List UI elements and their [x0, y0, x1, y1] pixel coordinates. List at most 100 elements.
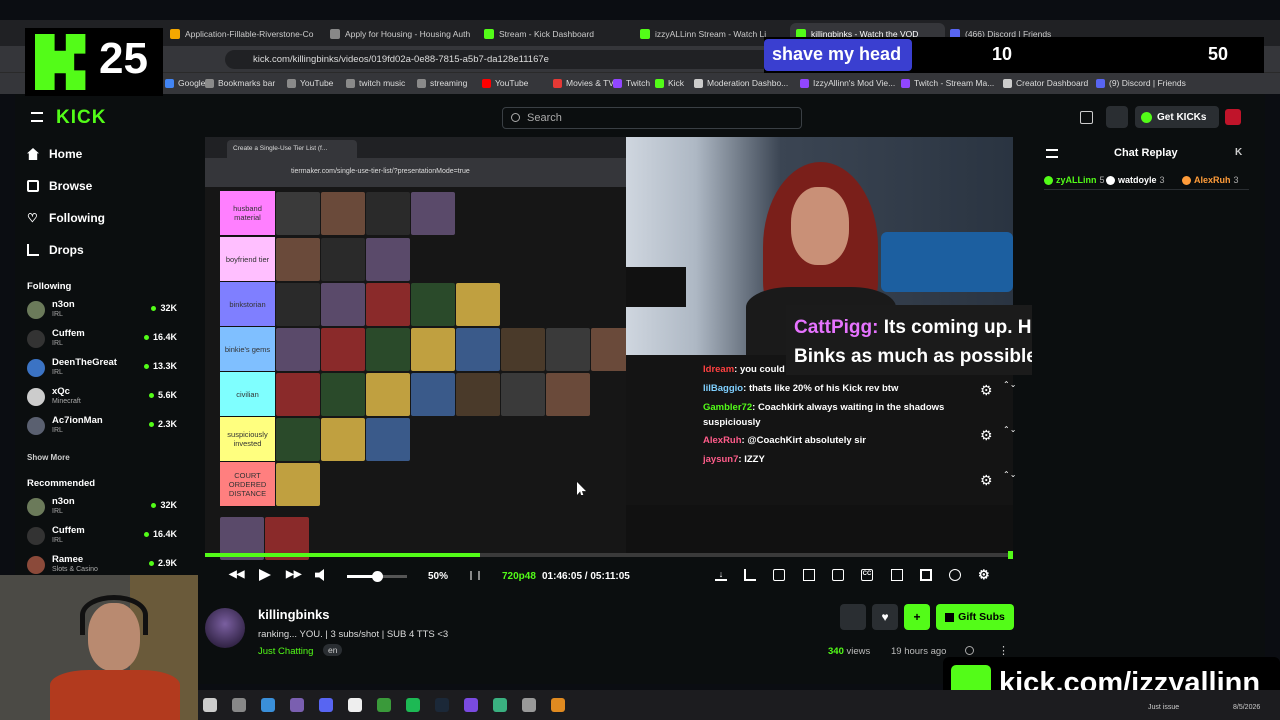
- top-gifter[interactable]: zyALLinn 5: [1044, 175, 1105, 185]
- tier-item-image[interactable]: [276, 373, 320, 416]
- tier-item-image[interactable]: [321, 192, 365, 235]
- tier-item-image[interactable]: [411, 328, 455, 371]
- tier-item-image[interactable]: [276, 463, 320, 506]
- overlay-scroll-arrows-icon[interactable]: ⌃⌄: [1003, 379, 1016, 390]
- tier-item-image[interactable]: [321, 418, 365, 461]
- hamburger-menu-icon[interactable]: [31, 112, 43, 122]
- collapse-chat-icon[interactable]: [1046, 149, 1058, 158]
- spotify-icon[interactable]: [406, 698, 420, 712]
- search-icon[interactable]: [232, 698, 246, 712]
- category-link[interactable]: Just Chatting: [258, 646, 313, 657]
- tier-item-image[interactable]: [456, 373, 500, 416]
- bookmark-item[interactable]: YouTube: [482, 78, 528, 88]
- sidebar-channel[interactable]: Ac7ionMan IRL 2.3K: [27, 414, 177, 440]
- subscribe-button[interactable]: +: [904, 604, 930, 630]
- volume-slider[interactable]: [347, 571, 407, 582]
- tier-item-image[interactable]: [456, 283, 500, 326]
- channel-name[interactable]: killingbinks: [258, 607, 330, 622]
- tier-item-image[interactable]: [276, 418, 320, 461]
- tier-item-image[interactable]: [411, 283, 455, 326]
- overlay-scroll-arrows-icon[interactable]: ⌃⌄: [1003, 469, 1016, 480]
- crop-icon[interactable]: [744, 569, 756, 581]
- steam-icon[interactable]: [435, 698, 449, 712]
- bookmark-item[interactable]: Google: [165, 78, 205, 88]
- sidebar-channel[interactable]: Cuffem IRL 16.4K: [27, 327, 177, 353]
- bookmark-item[interactable]: YouTube: [287, 78, 333, 88]
- top-gifter[interactable]: AlexRuh 3: [1182, 175, 1239, 185]
- kick-logo[interactable]: KICK: [56, 107, 106, 129]
- edge-icon[interactable]: [261, 698, 275, 712]
- nav-home[interactable]: Home: [27, 147, 82, 161]
- tier-item-image[interactable]: [501, 373, 545, 416]
- bookmark-item[interactable]: Creator Dashboard: [1003, 78, 1088, 88]
- dashboard-button[interactable]: [1106, 106, 1128, 128]
- nav-browse[interactable]: Browse: [27, 179, 92, 193]
- pip-icon[interactable]: [832, 569, 844, 581]
- tier-item-image[interactable]: [366, 192, 410, 235]
- browser-tab[interactable]: Application-Fillable-Riverstone-Co: [170, 23, 320, 45]
- clip-icon[interactable]: [470, 571, 480, 580]
- browser-tab[interactable]: Apply for Housing - Housing Auth: [330, 23, 480, 45]
- overlay-scroll-arrows-icon[interactable]: ⌃⌄: [1003, 424, 1016, 435]
- bookmark-item[interactable]: Movies & TV: [553, 78, 614, 88]
- channel-avatar[interactable]: [205, 608, 245, 648]
- caption-icon[interactable]: [773, 569, 785, 581]
- fullscreen-icon[interactable]: [920, 569, 932, 581]
- tier-item-image[interactable]: [366, 238, 410, 281]
- quality-label[interactable]: 720p48: [502, 571, 536, 582]
- start-icon[interactable]: [203, 698, 217, 712]
- gift-subs-button[interactable]: Gift Subs: [936, 604, 1014, 630]
- tier-item-image[interactable]: [321, 328, 365, 371]
- app-icon[interactable]: [464, 698, 478, 712]
- volume-icon[interactable]: [315, 569, 324, 581]
- sidebar-channel[interactable]: DeenTheGreat IRL 13.3K: [27, 356, 177, 382]
- top-gifter[interactable]: watdoyle 3: [1106, 175, 1165, 185]
- xbox-icon[interactable]: [377, 698, 391, 712]
- cc-icon[interactable]: CC: [861, 569, 873, 581]
- tier-item-image[interactable]: [321, 283, 365, 326]
- discord-icon[interactable]: [319, 698, 333, 712]
- nav-following[interactable]: ♡ Following: [27, 211, 105, 225]
- tier-item-image[interactable]: [276, 192, 320, 235]
- forward-icon[interactable]: ▶▶: [286, 569, 301, 581]
- tier-item-image[interactable]: [276, 238, 320, 281]
- tier-item-image[interactable]: [366, 418, 410, 461]
- overlay-gear-icon[interactable]: ⚙: [980, 428, 994, 442]
- bookmark-item[interactable]: Twitch - Stream Ma...: [901, 78, 994, 88]
- obs-icon[interactable]: [290, 698, 304, 712]
- monitor-icon[interactable]: [522, 698, 536, 712]
- play-icon[interactable]: [259, 569, 271, 581]
- get-kicks-button[interactable]: Get KICKs: [1135, 106, 1219, 128]
- bookmark-item[interactable]: Kick: [655, 78, 684, 88]
- speed-icon[interactable]: [949, 569, 961, 581]
- overlay-gear-icon[interactable]: ⚙: [980, 473, 994, 487]
- tier-item-image[interactable]: [546, 373, 590, 416]
- tier-item-image[interactable]: [411, 192, 455, 235]
- audio-icon[interactable]: [348, 698, 362, 712]
- download-icon[interactable]: ↓: [715, 569, 727, 581]
- sidebar-channel[interactable]: xQc Minecraft 5.6K: [27, 385, 177, 411]
- user-avatar[interactable]: [1225, 109, 1241, 125]
- tier-item-image[interactable]: [321, 373, 365, 416]
- tier-item-image[interactable]: [366, 373, 410, 416]
- tier-item-image[interactable]: [411, 373, 455, 416]
- tier-item-image[interactable]: [366, 328, 410, 371]
- video-progress-bar[interactable]: [205, 551, 1013, 559]
- follow-heart-button[interactable]: ♥: [872, 604, 898, 630]
- settings-gear-icon[interactable]: ⚙: [978, 568, 990, 581]
- app2-icon[interactable]: [493, 698, 507, 712]
- bookmark-item[interactable]: IzzyAllinn's Mod Vie...: [800, 78, 895, 88]
- tier-item-image[interactable]: [366, 283, 410, 326]
- tier-item-image[interactable]: [456, 328, 500, 371]
- miniplayer-icon[interactable]: [803, 569, 815, 581]
- share-icon[interactable]: [965, 646, 974, 655]
- sidebar-channel[interactable]: n3on IRL 32K: [27, 298, 177, 324]
- tier-item-image[interactable]: [501, 328, 545, 371]
- chat-k-icon[interactable]: K: [1235, 147, 1242, 158]
- bookmark-item[interactable]: streaming: [417, 78, 467, 88]
- bookmark-item[interactable]: twitch music: [346, 78, 405, 88]
- bookmark-item[interactable]: Bookmarks bar: [205, 78, 275, 88]
- search-input[interactable]: Search: [502, 107, 802, 129]
- sidebar-channel[interactable]: n3on IRL 32K: [27, 495, 177, 521]
- bookmark-item[interactable]: (9) Discord | Friends: [1096, 78, 1186, 88]
